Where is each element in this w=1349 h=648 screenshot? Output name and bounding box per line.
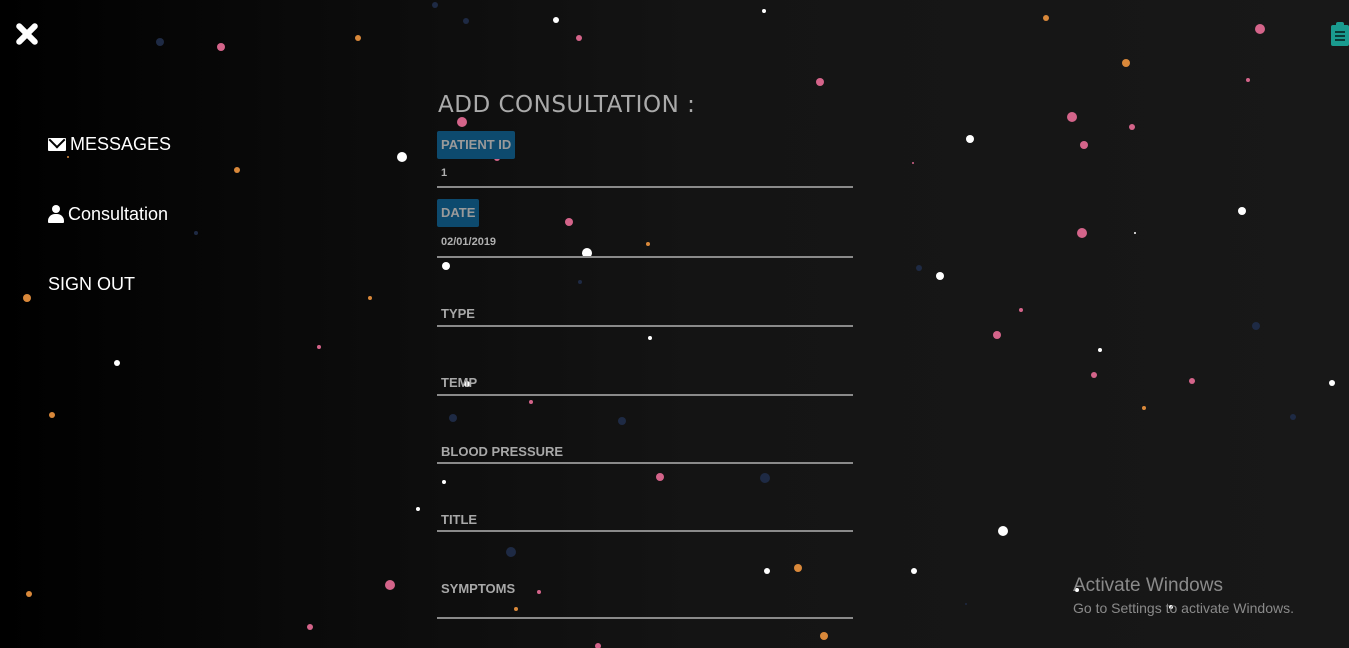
particle-dot: [816, 78, 824, 86]
particle-dot: [1043, 15, 1049, 21]
blood-pressure-field[interactable]: BLOOD PRESSURE: [437, 437, 853, 465]
title-field[interactable]: TITLE: [437, 506, 853, 534]
input-underline: [437, 394, 853, 396]
particle-dot: [1246, 78, 1250, 82]
particle-dot: [1067, 112, 1077, 122]
input-underline: [437, 462, 853, 464]
symptoms-field[interactable]: SYMPTOMS: [437, 574, 853, 622]
particle-dot: [1252, 322, 1260, 330]
particle-dot: [648, 336, 652, 340]
particle-dot: [1080, 141, 1088, 149]
type-field[interactable]: TYPE: [437, 300, 853, 328]
watermark-title: Activate Windows: [1073, 575, 1223, 596]
nav-item-messages[interactable]: MESSAGES: [48, 130, 171, 158]
particle-dot: [618, 417, 626, 425]
title-label: TITLE: [441, 512, 478, 527]
form-title: ADD CONSULTATION :: [438, 92, 696, 118]
nav-item-label: Consultation: [68, 203, 169, 224]
nav-item-consultation[interactable]: Consultation: [48, 200, 171, 228]
particle-dot: [49, 412, 55, 418]
particle-dot: [368, 296, 372, 300]
patient-id-label: PATIENT ID: [437, 131, 516, 159]
particle-dot: [936, 272, 944, 280]
particle-dot: [998, 526, 1008, 536]
watermark-subtitle: Go to Settings to activate Windows.: [1073, 600, 1294, 616]
particle-dot: [1098, 348, 1102, 352]
particle-dot: [23, 294, 31, 302]
particle-dot: [234, 167, 240, 173]
particle-dot: [1189, 378, 1195, 384]
type-label: TYPE: [441, 306, 475, 321]
input-underline: [437, 325, 853, 327]
particle-dot: [912, 162, 914, 164]
particle-dot: [194, 231, 198, 235]
input-underline: [437, 186, 853, 188]
side-menu: MESSAGES Consultation SIGN OUT: [48, 130, 171, 340]
particle-dot: [1329, 380, 1335, 386]
particle-dot: [1019, 308, 1023, 312]
particle-dot: [553, 17, 559, 23]
particle-dot: [1091, 372, 1097, 378]
nav-item-sign-out[interactable]: SIGN OUT: [48, 270, 171, 298]
particle-dot: [442, 480, 446, 484]
particle-dot: [1129, 124, 1135, 130]
particle-dot: [916, 265, 922, 271]
particle-dot: [355, 35, 361, 41]
particle-dot: [449, 414, 457, 422]
date-value[interactable]: 02/01/2019: [441, 236, 496, 248]
particle-dot: [1122, 59, 1130, 67]
particle-dot: [762, 9, 766, 13]
particle-dot: [993, 331, 1001, 339]
particle-dot: [156, 38, 164, 46]
particle-dot: [1238, 207, 1246, 215]
particle-dot: [432, 2, 438, 8]
particle-dot: [416, 507, 420, 511]
date-label: DATE: [437, 199, 480, 227]
activate-windows-watermark: Activate Windows Go to Settings to activ…: [1073, 575, 1294, 616]
nav-item-label: SIGN OUT: [48, 273, 136, 294]
temp-field[interactable]: TEMP: [437, 369, 853, 397]
particle-dot: [26, 591, 32, 597]
particle-dot: [820, 632, 828, 640]
nav-item-label: MESSAGES: [70, 133, 172, 154]
user-icon: [48, 205, 64, 223]
date-field[interactable]: DATE 02/01/2019: [437, 199, 853, 259]
particle-dot: [1290, 414, 1296, 420]
particle-dot: [385, 580, 395, 590]
close-menu-icon[interactable]: [13, 20, 41, 48]
particle-dot: [1255, 24, 1265, 34]
particle-dot: [794, 564, 802, 572]
particle-dot: [397, 152, 407, 162]
particle-dot: [457, 117, 467, 127]
patient-id-field[interactable]: PATIENT ID 1: [437, 131, 853, 189]
particle-dot: [595, 643, 601, 648]
particle-dot: [317, 345, 321, 349]
input-underline: [437, 256, 853, 258]
particle-dot: [307, 624, 313, 630]
particle-dot: [1077, 228, 1087, 238]
blood-pressure-label: BLOOD PRESSURE: [441, 444, 564, 459]
particle-dot: [217, 43, 225, 51]
particle-dot: [442, 262, 450, 270]
particle-dot: [1142, 406, 1146, 410]
particle-dot: [656, 473, 664, 481]
particle-dot: [760, 473, 770, 483]
input-underline: [437, 617, 853, 619]
particle-dot: [578, 280, 582, 284]
envelope-icon: [48, 137, 66, 151]
particle-dot: [1134, 232, 1136, 234]
particle-dot: [966, 135, 974, 143]
input-underline: [437, 530, 853, 532]
particle-dot: [463, 18, 469, 24]
particle-dot: [965, 603, 967, 605]
particle-dot: [114, 360, 120, 366]
symptoms-label: SYMPTOMS: [441, 581, 516, 596]
clipboard-list-icon[interactable]: [1331, 22, 1349, 46]
particle-dot: [529, 400, 533, 404]
patient-id-value[interactable]: 1: [441, 167, 447, 179]
particle-dot: [506, 547, 516, 557]
particle-dot: [576, 35, 582, 41]
particle-dot: [911, 568, 917, 574]
temp-label: TEMP: [441, 375, 478, 390]
